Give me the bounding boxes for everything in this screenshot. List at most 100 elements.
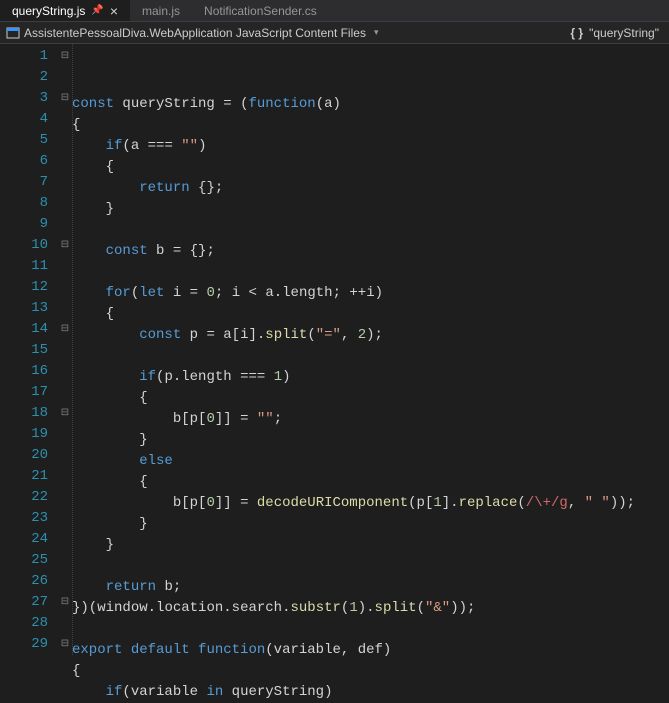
code-line[interactable]: b[p[0]] = ""; — [72, 409, 669, 430]
project-icon — [6, 26, 20, 40]
code-line[interactable]: const p = a[i].split("=", 2); — [72, 325, 669, 346]
code-line[interactable]: } — [72, 535, 669, 556]
code-area[interactable]: const queryString = (function(a){ if(a =… — [72, 44, 669, 655]
fold-toggle-icon[interactable]: ⊟ — [58, 46, 72, 67]
fold-spacer — [58, 466, 72, 487]
fold-toggle-icon[interactable]: ⊟ — [58, 235, 72, 256]
fold-toggle-icon[interactable]: ⊟ — [58, 88, 72, 109]
fold-spacer — [58, 298, 72, 319]
code-line[interactable]: b[p[0]] = decodeURIComponent(p[1].replac… — [72, 493, 669, 514]
line-number: 6 — [0, 151, 48, 172]
line-number: 14 — [0, 319, 48, 340]
fold-spacer — [58, 214, 72, 235]
line-number: 10 — [0, 235, 48, 256]
fold-toggle-icon[interactable]: ⊟ — [58, 634, 72, 655]
line-number: 12 — [0, 277, 48, 298]
fold-toggle-icon[interactable]: ⊟ — [58, 319, 72, 340]
code-line[interactable]: const queryString = (function(a) — [72, 94, 669, 115]
tab-label: main.js — [142, 4, 180, 18]
code-line[interactable]: { — [72, 472, 669, 493]
tab-main-js[interactable]: main.js — [130, 0, 192, 21]
code-line[interactable]: } — [72, 199, 669, 220]
fold-spacer — [58, 361, 72, 382]
fold-toggle-icon[interactable]: ⊟ — [58, 403, 72, 424]
code-line[interactable] — [72, 346, 669, 367]
scope-label: "queryString" — [589, 26, 659, 40]
line-number: 8 — [0, 193, 48, 214]
line-number: 18 — [0, 403, 48, 424]
line-number: 7 — [0, 172, 48, 193]
code-line[interactable]: { — [72, 304, 669, 325]
fold-spacer — [58, 571, 72, 592]
line-number: 24 — [0, 529, 48, 550]
tab-bar: queryString.js 📌 × main.js NotificationS… — [0, 0, 669, 22]
fold-spacer — [58, 277, 72, 298]
fold-toggle-icon[interactable]: ⊟ — [58, 592, 72, 613]
fold-spacer — [58, 172, 72, 193]
line-number: 23 — [0, 508, 48, 529]
tab-querystring-js[interactable]: queryString.js 📌 × — [0, 0, 130, 21]
fold-spacer — [58, 256, 72, 277]
tab-notificationsender-cs[interactable]: NotificationSender.cs — [192, 0, 329, 21]
line-number: 5 — [0, 130, 48, 151]
fold-spacer — [58, 109, 72, 130]
tab-label: NotificationSender.cs — [204, 4, 317, 18]
braces-icon: { } — [570, 26, 583, 40]
fold-spacer — [58, 340, 72, 361]
code-line[interactable]: { — [72, 115, 669, 136]
code-line[interactable]: } — [72, 430, 669, 451]
line-number: 27 — [0, 592, 48, 613]
line-number: 21 — [0, 466, 48, 487]
line-number: 11 — [0, 256, 48, 277]
line-number: 9 — [0, 214, 48, 235]
fold-spacer — [58, 382, 72, 403]
fold-spacer — [58, 67, 72, 88]
code-line[interactable]: for(let i = 0; i < a.length; ++i) — [72, 283, 669, 304]
code-editor[interactable]: 1234567891011121314151617181920212223242… — [0, 44, 669, 655]
pin-icon[interactable]: 📌 — [91, 5, 103, 16]
fold-spacer — [58, 508, 72, 529]
line-number-gutter: 1234567891011121314151617181920212223242… — [0, 44, 58, 655]
fold-spacer — [58, 550, 72, 571]
code-line[interactable]: { — [72, 157, 669, 178]
code-line[interactable]: })(window.location.search.substr(1).spli… — [72, 598, 669, 619]
fold-column: ⊟ ⊟ ⊟ ⊟ ⊟ ⊟ ⊟ — [58, 44, 72, 655]
code-line[interactable]: if(p.length === 1) — [72, 367, 669, 388]
line-number: 19 — [0, 424, 48, 445]
line-number: 13 — [0, 298, 48, 319]
chevron-down-icon: ▾ — [374, 27, 379, 38]
close-icon[interactable]: × — [110, 3, 118, 19]
line-number: 2 — [0, 67, 48, 88]
code-line[interactable] — [72, 262, 669, 283]
line-number: 4 — [0, 109, 48, 130]
code-line[interactable] — [72, 619, 669, 640]
line-number: 25 — [0, 550, 48, 571]
tab-label: queryString.js — [12, 4, 85, 18]
fold-spacer — [58, 529, 72, 550]
line-number: 28 — [0, 613, 48, 634]
code-line[interactable]: return {}; — [72, 178, 669, 199]
code-line[interactable]: export default function(variable, def) — [72, 640, 669, 661]
code-line[interactable]: else — [72, 451, 669, 472]
line-number: 17 — [0, 382, 48, 403]
code-line[interactable]: return b; — [72, 577, 669, 598]
fold-spacer — [58, 130, 72, 151]
member-scope-dropdown[interactable]: { } "queryString" — [560, 26, 669, 40]
code-line[interactable]: const b = {}; — [72, 241, 669, 262]
code-line[interactable] — [72, 220, 669, 241]
line-number: 16 — [0, 361, 48, 382]
code-line[interactable]: if(a === "") — [72, 136, 669, 157]
code-line[interactable]: { — [72, 388, 669, 409]
line-number: 22 — [0, 487, 48, 508]
navigation-bar: AssistentePessoalDiva.WebApplication Jav… — [0, 22, 669, 44]
fold-spacer — [58, 487, 72, 508]
line-number: 29 — [0, 634, 48, 655]
line-number: 3 — [0, 88, 48, 109]
fold-spacer — [58, 445, 72, 466]
code-line[interactable]: { — [72, 661, 669, 682]
project-scope-dropdown[interactable]: AssistentePessoalDiva.WebApplication Jav… — [0, 26, 560, 40]
line-number: 15 — [0, 340, 48, 361]
code-line[interactable] — [72, 556, 669, 577]
code-line[interactable]: if(variable in queryString) — [72, 682, 669, 703]
code-line[interactable]: } — [72, 514, 669, 535]
